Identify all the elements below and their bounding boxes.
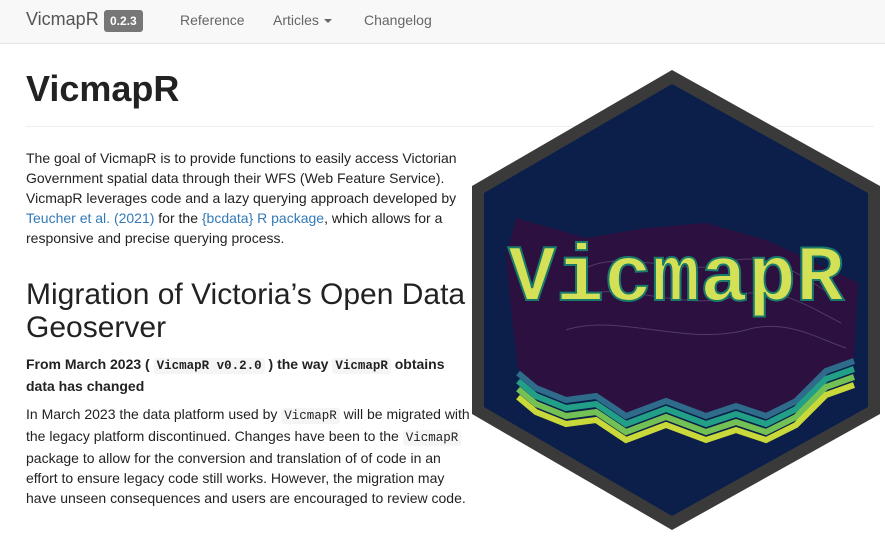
section-title: Migration of Victoria’s Open Data Geoser… [26, 278, 466, 344]
page-title: VicmapR [26, 68, 180, 109]
nav-reference[interactable]: Reference [180, 12, 245, 28]
para-text: package to allow for the conversion and … [26, 450, 466, 506]
vicmapr-hex-logo: VicmapR [472, 70, 880, 530]
version-badge: 0.2.3 [104, 10, 143, 32]
intro-text: The goal of VicmapR is to provide functi… [26, 150, 457, 206]
intro-paragraph: The goal of VicmapR is to provide functi… [26, 148, 471, 248]
para-text: In March 2023 the data platform used by [26, 406, 282, 422]
subhead-text: From March 2023 ( [26, 356, 154, 372]
nav-articles[interactable]: Articles [273, 12, 332, 28]
chevron-down-icon [323, 19, 332, 24]
nav-changelog[interactable]: Changelog [364, 12, 432, 28]
intro-text: for the [154, 210, 202, 226]
inline-code: VicmapR [402, 430, 462, 446]
logo-wordmark: VicmapR [508, 234, 844, 325]
inline-code: VicmapR [281, 408, 340, 424]
bcdata-link[interactable]: {bcdata} R package [202, 210, 324, 226]
migration-paragraph: In March 2023 the data platform used by … [26, 404, 471, 508]
inline-code: VicmapR v0.2.0 [153, 358, 265, 374]
subhead-text: ) the way [264, 356, 333, 372]
brand-link[interactable]: VicmapR [26, 9, 99, 30]
section-subhead: From March 2023 ( VicmapR v0.2.0 ) the w… [26, 354, 471, 396]
navbar: VicmapR 0.2.3 Reference Articles Changel… [0, 0, 885, 44]
inline-code: VicmapR [332, 358, 391, 374]
teucher-link[interactable]: Teucher et al. (2021) [26, 210, 154, 226]
nav-articles-label: Articles [273, 12, 319, 28]
